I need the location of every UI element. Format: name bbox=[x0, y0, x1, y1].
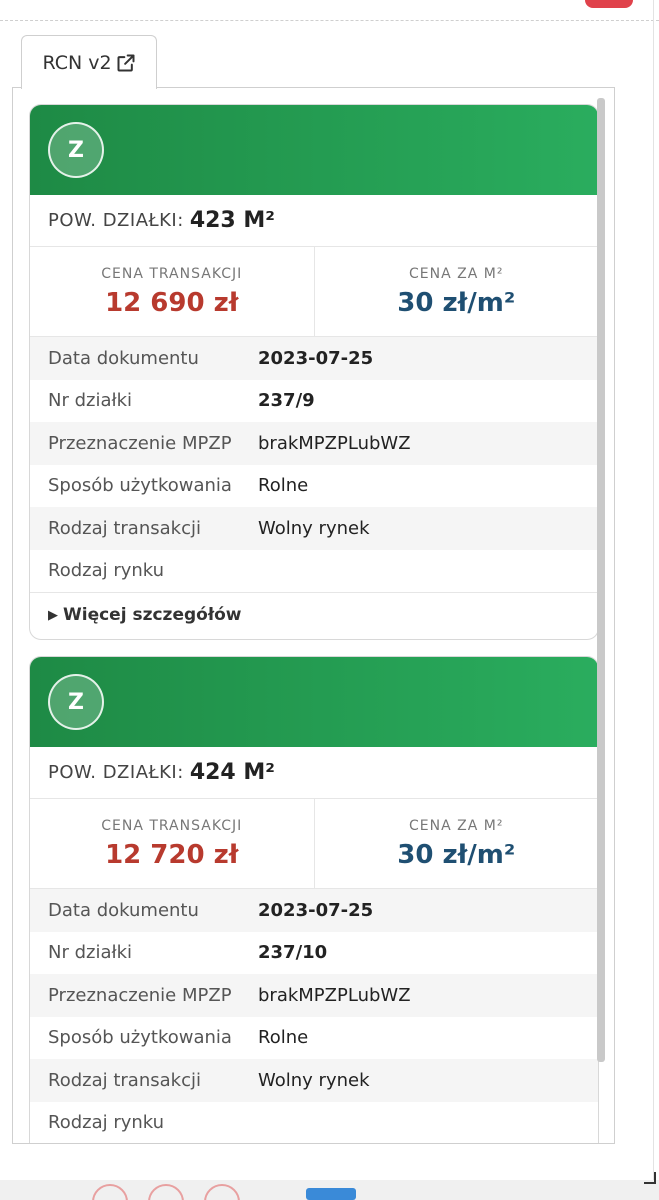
detail-value: Rolne bbox=[258, 1027, 309, 1049]
detail-label: Sposób użytkowania bbox=[48, 1027, 232, 1049]
unit-price-value: 30 zł/m² bbox=[397, 839, 516, 870]
plot-area-value: 423 M² bbox=[189, 208, 275, 233]
detail-label: Przeznaczenie MPZP bbox=[48, 984, 232, 1006]
detail-value: 237/10 bbox=[258, 942, 328, 964]
price-row: CENA TRANSAKCJI 12 690 zł CENA ZA M² 30 … bbox=[30, 247, 598, 337]
unit-price-label: CENA ZA M² bbox=[409, 817, 504, 834]
detail-value: 2023-07-25 bbox=[258, 347, 374, 369]
detail-row: Data dokumentu 2023-07-25 bbox=[30, 337, 598, 380]
detail-row: Data dokumentu 2023-07-25 bbox=[30, 889, 598, 932]
detail-label: Nr działki bbox=[48, 390, 133, 412]
detail-label: Rodzaj rynku bbox=[48, 560, 165, 582]
detail-row: Rodzaj transakcji Wolny rynek bbox=[30, 507, 598, 550]
top-divider bbox=[0, 20, 659, 21]
tab-label: RCN v2 bbox=[42, 51, 112, 74]
detail-row: Nr działki 237/10 bbox=[30, 932, 598, 975]
unit-price-cell: CENA ZA M² 30 zł/m² bbox=[313, 247, 599, 336]
transaction-card: Z POW. DZIAŁKI: 423 M² CENA TRANSAKCJI 1… bbox=[29, 104, 599, 640]
background-button bbox=[306, 1188, 356, 1200]
price-row: CENA TRANSAKCJI 12 720 zł CENA ZA M² 30 … bbox=[30, 799, 598, 889]
transaction-price-label: CENA TRANSAKCJI bbox=[101, 817, 243, 834]
detail-label: Przeznaczenie MPZP bbox=[48, 432, 232, 454]
detail-row: Rodzaj rynku bbox=[30, 550, 598, 593]
card-header: Z bbox=[30, 105, 598, 195]
tab-rcn-v2[interactable]: RCN v2 bbox=[21, 35, 157, 89]
plot-area-label: POW. DZIAŁKI: bbox=[48, 210, 184, 231]
plot-area-row: POW. DZIAŁKI: 423 M² bbox=[30, 195, 598, 247]
avatar: Z bbox=[48, 122, 104, 178]
transaction-price-label: CENA TRANSAKCJI bbox=[101, 265, 243, 282]
detail-label: Rodzaj rynku bbox=[48, 1112, 165, 1134]
detail-row: Przeznaczenie MPZP brakMPZPLubWZ bbox=[30, 974, 598, 1017]
detail-value: Rolne bbox=[258, 475, 309, 497]
transaction-price-cell: CENA TRANSAKCJI 12 690 zł bbox=[30, 247, 314, 336]
transaction-card: Z POW. DZIAŁKI: 424 M² CENA TRANSAKCJI 1… bbox=[29, 656, 599, 1144]
unit-price-cell: CENA ZA M² 30 zł/m² bbox=[313, 799, 599, 888]
detail-value: Wolny rynek bbox=[258, 517, 370, 539]
detail-label: Rodzaj transakcji bbox=[48, 1069, 201, 1091]
close-button[interactable] bbox=[585, 0, 633, 8]
avatar: Z bbox=[48, 674, 104, 730]
transaction-price-value: 12 720 zł bbox=[105, 839, 239, 870]
detail-row: Nr działki 237/9 bbox=[30, 380, 598, 423]
transactions-panel[interactable]: Z POW. DZIAŁKI: 423 M² CENA TRANSAKCJI 1… bbox=[12, 87, 615, 1144]
triangle-right-icon: ▶ bbox=[48, 607, 58, 623]
more-details-toggle[interactable]: ▶ Więcej szczegółów bbox=[30, 592, 598, 637]
plot-area-row: POW. DZIAŁKI: 424 M² bbox=[30, 747, 598, 799]
more-details-label: Więcej szczegółów bbox=[63, 605, 242, 625]
card-header: Z bbox=[30, 657, 598, 747]
detail-label: Data dokumentu bbox=[48, 899, 199, 921]
detail-value: Wolny rynek bbox=[258, 1069, 370, 1091]
plot-area-value: 424 M² bbox=[189, 760, 275, 785]
detail-label: Rodzaj transakcji bbox=[48, 517, 201, 539]
transaction-price-cell: CENA TRANSAKCJI 12 720 zł bbox=[30, 799, 314, 888]
detail-label: Data dokumentu bbox=[48, 347, 199, 369]
resize-handle[interactable] bbox=[644, 1172, 656, 1184]
scrollbar[interactable] bbox=[597, 98, 605, 1062]
detail-label: Sposób użytkowania bbox=[48, 475, 232, 497]
detail-row: Rodzaj rynku bbox=[30, 1102, 598, 1144]
transaction-price-value: 12 690 zł bbox=[105, 287, 239, 318]
detail-value: 2023-07-25 bbox=[258, 899, 374, 921]
unit-price-label: CENA ZA M² bbox=[409, 265, 504, 282]
detail-label: Nr działki bbox=[48, 942, 133, 964]
plot-area-label: POW. DZIAŁKI: bbox=[48, 762, 184, 783]
detail-value: brakMPZPLubWZ bbox=[258, 432, 411, 454]
detail-value: brakMPZPLubWZ bbox=[258, 984, 411, 1006]
detail-value: 237/9 bbox=[258, 390, 315, 412]
external-link-icon[interactable] bbox=[116, 53, 136, 73]
detail-row: Rodzaj transakcji Wolny rynek bbox=[30, 1059, 598, 1102]
window-edge bbox=[653, 0, 654, 1200]
unit-price-value: 30 zł/m² bbox=[397, 287, 516, 318]
detail-row: Przeznaczenie MPZP brakMPZPLubWZ bbox=[30, 422, 598, 465]
detail-row: Sposób użytkowania Rolne bbox=[30, 465, 598, 508]
detail-row: Sposób użytkowania Rolne bbox=[30, 1017, 598, 1060]
